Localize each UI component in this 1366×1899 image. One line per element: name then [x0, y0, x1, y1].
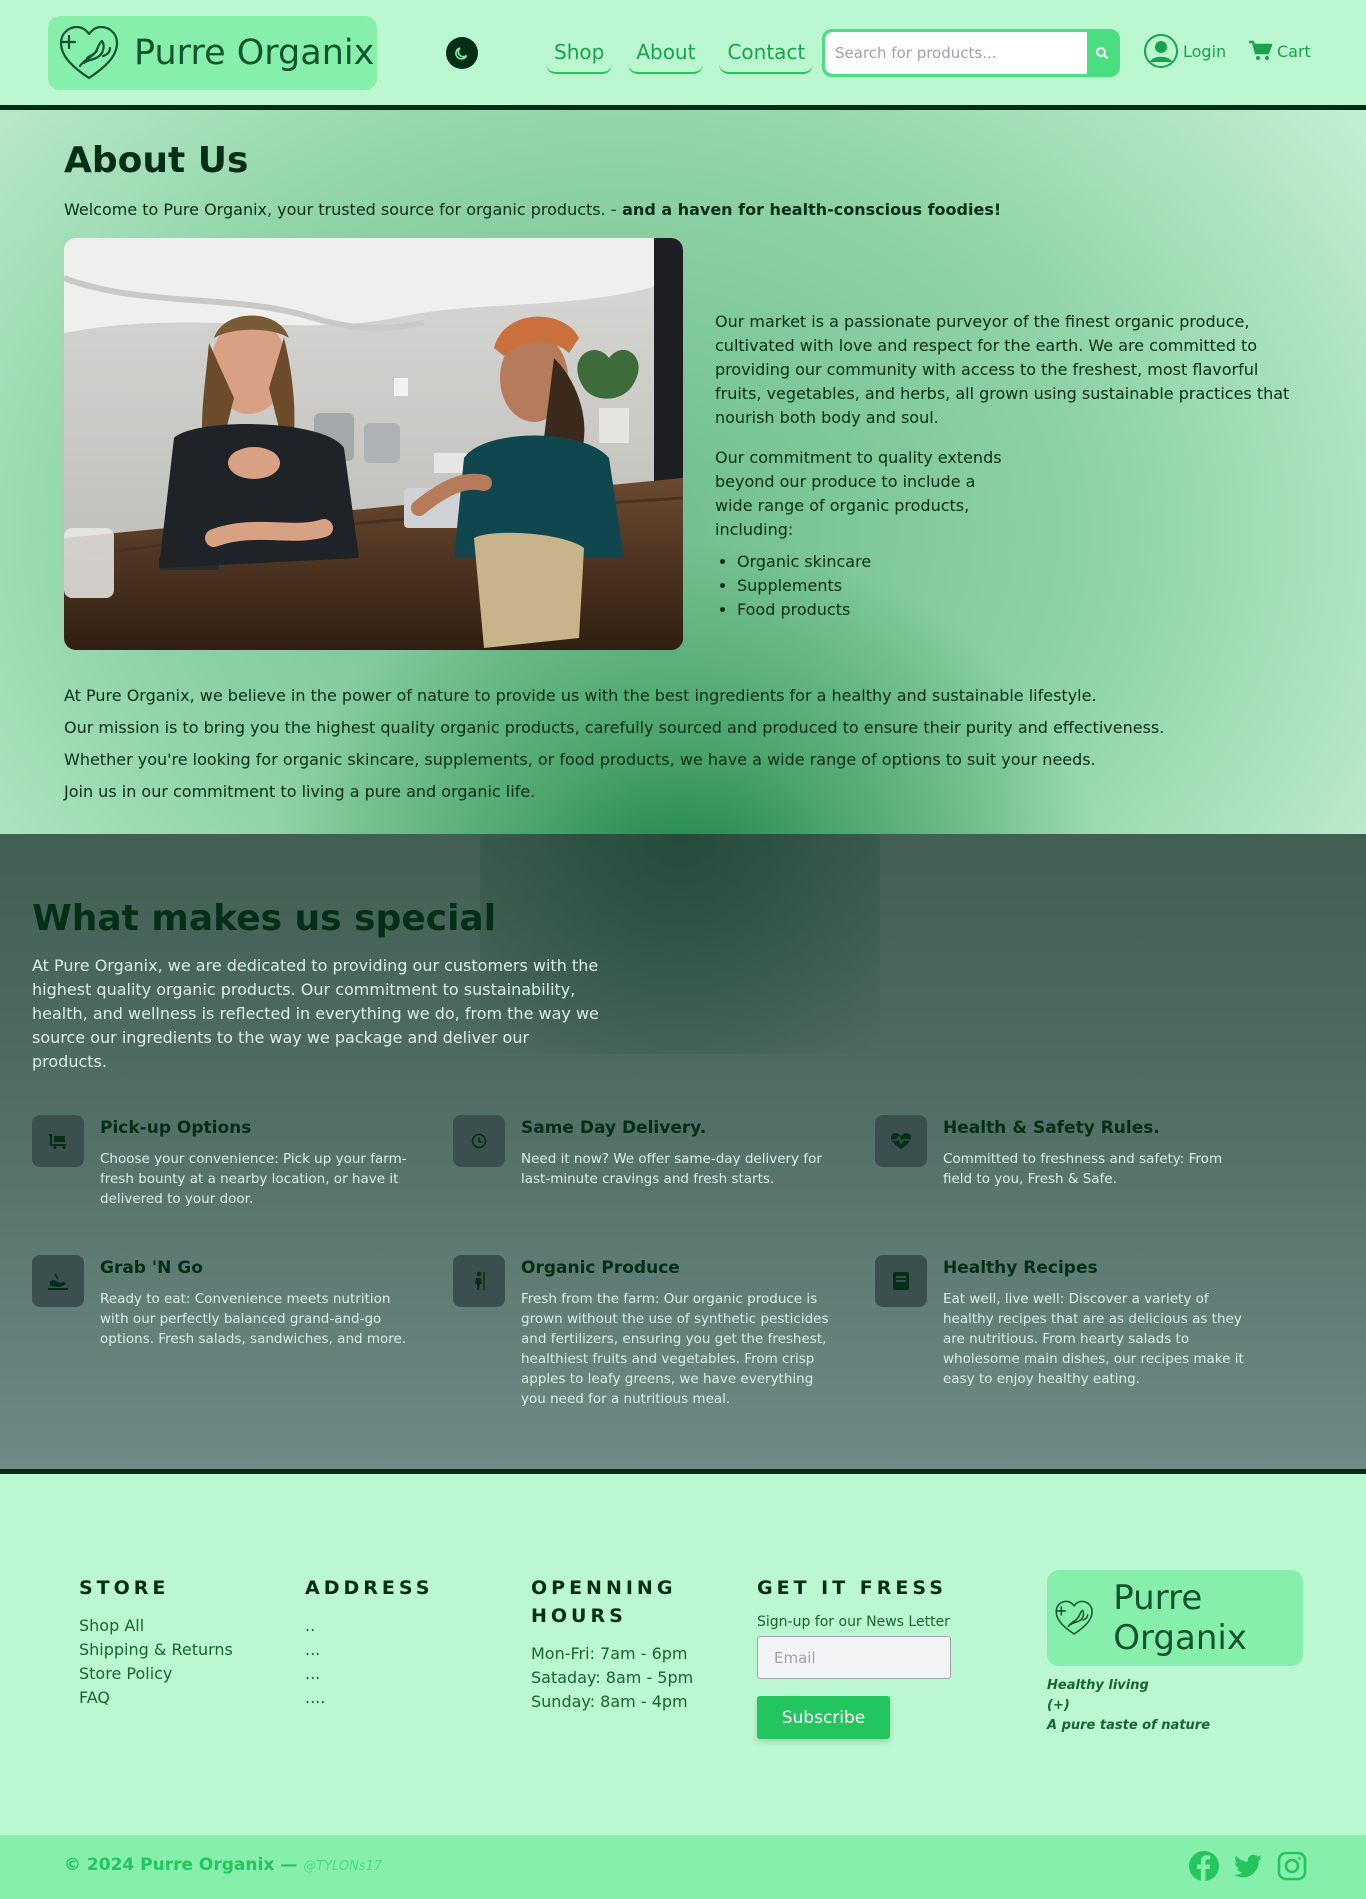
mission-paragraph: At Pure Organix, we believe in the power… — [64, 686, 1097, 705]
heartbeat-icon — [875, 1115, 927, 1167]
user-circle-icon — [1144, 34, 1178, 68]
women-chatting-photo — [64, 238, 683, 650]
feature-title: Health & Safety Rules. — [943, 1118, 1160, 1138]
instagram-icon[interactable] — [1276, 1850, 1308, 1882]
special-section: What makes us special At Pure Organix, w… — [0, 834, 1366, 1474]
author-handle[interactable]: @TYLONs17 — [303, 1859, 382, 1874]
footer-store: STORE Shop All Shipping & Returns Store … — [79, 1574, 233, 1710]
feature-title: Healthy Recipes — [943, 1258, 1098, 1278]
commitment-text: Our commitment to quality extends beyond… — [715, 448, 1002, 539]
footer-brand-logo[interactable]: Purre Organix — [1047, 1570, 1303, 1666]
heart-leaf-logo-icon — [59, 25, 119, 80]
tagline-line: (+) — [1047, 1698, 1070, 1713]
feature-title: Organic Produce — [521, 1258, 680, 1278]
address-line: .. — [305, 1616, 316, 1635]
farmer-icon — [453, 1255, 505, 1307]
site-header: Purre Organix Shop About Contact Login — [0, 0, 1366, 110]
footer-address: ADDRESS .. ... ... .... — [305, 1574, 433, 1710]
feature-text: Fresh from the farm: Our organic produce… — [521, 1291, 829, 1407]
footer-link-shipping[interactable]: Shipping & Returns — [79, 1638, 233, 1662]
address-line: ... — [305, 1640, 321, 1659]
subscribe-button[interactable]: Subscribe — [757, 1696, 890, 1739]
list-item: Food products — [737, 598, 1305, 622]
nav-about[interactable]: About — [628, 34, 704, 74]
special-intro: At Pure Organix, we are dedicated to pro… — [32, 956, 599, 1071]
welcome-plain: Welcome to Pure Organix, your trusted so… — [64, 200, 617, 219]
search-input[interactable] — [825, 32, 1087, 74]
footer-hours: OPENNING HOURS Mon-Fri: 7am - 6pm Satada… — [531, 1574, 701, 1714]
twitter-icon[interactable] — [1232, 1850, 1264, 1882]
feature-text: Ready to eat: Convenience meets nutritio… — [100, 1291, 407, 1347]
login-label: Login — [1183, 41, 1227, 61]
moon-icon — [455, 47, 468, 60]
footer-link-faq[interactable]: FAQ — [79, 1686, 233, 1710]
hours-line: Sataday: 8am - 5pm — [531, 1668, 694, 1687]
welcome-text: Welcome to Pure Organix, your trusted so… — [64, 200, 1001, 219]
market-text: Our market is a passionate purveyor of t… — [715, 312, 1290, 427]
search-bar — [822, 29, 1120, 77]
bottom-bar: © 2024 Purre Organix — @TYLONs17 — [0, 1835, 1366, 1899]
copyright: © 2024 Purre Organix — @TYLONs17 — [64, 1855, 382, 1875]
address-line: .... — [305, 1688, 326, 1707]
footer-brand-name: Purre Organix — [1113, 1578, 1247, 1658]
site-footer: STORE Shop All Shipping & Returns Store … — [0, 1474, 1366, 1835]
address-line: ... — [305, 1664, 321, 1683]
tagline-line: A pure taste of nature — [1047, 1718, 1211, 1733]
copyright-text: © 2024 Purre Organix — — [64, 1855, 298, 1875]
feature-title: Same Day Delivery. — [521, 1118, 707, 1138]
footer-link-shop-all[interactable]: Shop All — [79, 1614, 233, 1638]
footer-store-title: STORE — [79, 1577, 170, 1599]
feature-text: Choose your convenience: Pick up your fa… — [100, 1151, 407, 1207]
search-icon — [1096, 47, 1109, 60]
nav-contact[interactable]: Contact — [719, 34, 814, 74]
social-links — [1188, 1850, 1308, 1882]
special-title: What makes us special — [32, 898, 497, 939]
product-list: Organic skincare Supplements Food produc… — [715, 550, 1305, 622]
about-section: About Us Welcome to Pure Organix, your t… — [0, 110, 1366, 834]
feature-text: Eat well, live well: Discover a variety … — [943, 1291, 1244, 1387]
brand-name: Purre Organix — [134, 33, 375, 73]
feature-title: Pick-up Options — [100, 1118, 252, 1138]
newsletter-label: Sign-up for our News Letter — [757, 1614, 950, 1630]
theme-toggle-button[interactable] — [446, 37, 478, 69]
list-item: Supplements — [737, 574, 1305, 598]
welcome-bold: and a haven for health-conscious foodies… — [616, 200, 1002, 219]
about-details: Our market is a passionate purveyor of t… — [715, 310, 1305, 622]
clock-icon — [453, 1115, 505, 1167]
heart-leaf-logo-icon — [1055, 1600, 1093, 1635]
footer-news-title: GET IT FRESS — [757, 1577, 947, 1599]
cart-label: Cart — [1277, 41, 1311, 61]
brand-logo[interactable]: Purre Organix — [48, 16, 377, 90]
search-button[interactable] — [1087, 32, 1117, 74]
feature-text: Need it now? We offer same-day delivery … — [521, 1151, 822, 1187]
footer-link-policy[interactable]: Store Policy — [79, 1662, 233, 1686]
mission-paragraph: Join us in our commitment to living a pu… — [64, 782, 536, 801]
hours-line: Sunday: 8am - 4pm — [531, 1692, 688, 1711]
main-nav: Shop About Contact — [546, 34, 814, 74]
about-mission: At Pure Organix, we believe in the power… — [64, 686, 1164, 814]
hours-line: Mon-Fri: 7am - 6pm — [531, 1644, 688, 1663]
nav-shop[interactable]: Shop — [546, 34, 613, 74]
about-title: About Us — [64, 140, 249, 181]
cart-icon — [32, 1115, 84, 1167]
footer-newsletter: GET IT FRESS Sign-up for our News Letter… — [757, 1574, 951, 1739]
cart-icon — [1249, 40, 1272, 60]
list-item: Organic skincare — [737, 550, 1305, 574]
about-photo — [64, 238, 683, 650]
tagline-line: Healthy living — [1047, 1678, 1149, 1693]
email-field[interactable] — [757, 1636, 951, 1679]
cart-link[interactable]: Cart — [1248, 40, 1311, 62]
facebook-icon[interactable] — [1188, 1850, 1220, 1882]
footer-tagline: Healthy living (+) A pure taste of natur… — [1047, 1676, 1210, 1736]
mission-paragraph: Our mission is to bring you the highest … — [64, 718, 1165, 737]
footer-hours-title: OPENNING HOURS — [531, 1577, 677, 1627]
mission-paragraph: Whether you're looking for organic skinc… — [64, 750, 1096, 769]
feature-title: Grab 'N Go — [100, 1258, 203, 1278]
hand-icon — [32, 1255, 84, 1307]
footer-address-title: ADDRESS — [305, 1577, 434, 1599]
feature-text: Committed to freshness and safety: From … — [943, 1151, 1223, 1187]
login-link[interactable]: Login — [1143, 33, 1226, 69]
book-icon — [875, 1255, 927, 1307]
